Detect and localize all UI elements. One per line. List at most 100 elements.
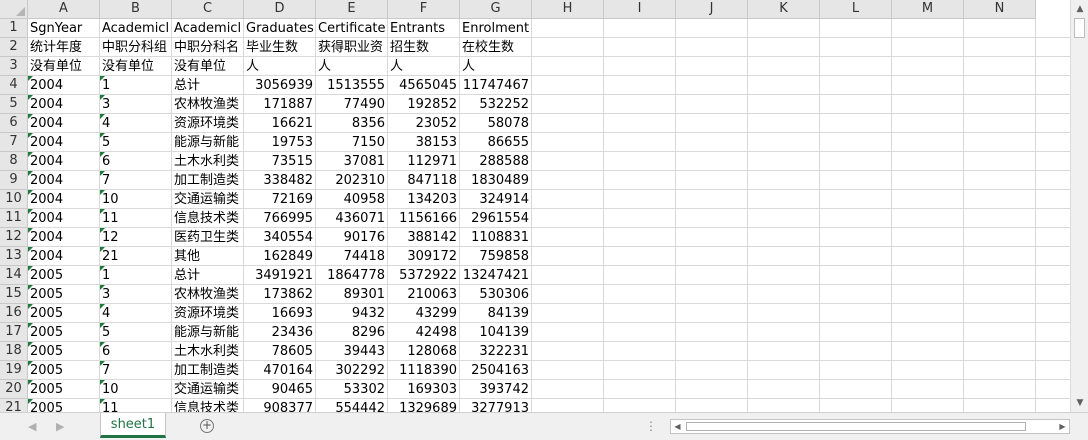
arrow-right-icon[interactable]: ▶ bbox=[56, 420, 64, 433]
cell-g10[interactable]: 324914 bbox=[460, 190, 531, 209]
cell-c10[interactable]: 交通运输类 bbox=[172, 190, 243, 209]
cell-a7[interactable]: 2004 bbox=[28, 133, 99, 152]
cell-b20[interactable]: 10 bbox=[100, 380, 171, 399]
cell-b10[interactable]: 10 bbox=[100, 190, 171, 209]
cell-c6[interactable]: 资源环境类 bbox=[172, 114, 243, 133]
cell-a16[interactable]: 2005 bbox=[28, 304, 99, 323]
cell-e7[interactable]: 7150 bbox=[316, 133, 387, 152]
cell-c11[interactable]: 信息技术类 bbox=[172, 209, 243, 228]
cell-d13[interactable]: 162849 bbox=[244, 247, 315, 266]
cell-b19[interactable]: 7 bbox=[100, 361, 171, 380]
cell-a20[interactable]: 2005 bbox=[28, 380, 99, 399]
cell-d7[interactable]: 19753 bbox=[244, 133, 315, 152]
horizontal-scrollbar[interactable]: ◀ ▶ bbox=[670, 419, 1070, 434]
cell-e19[interactable]: 302292 bbox=[316, 361, 387, 380]
cell-a2[interactable]: 统计年度 bbox=[28, 38, 99, 57]
cell-g6[interactable]: 58078 bbox=[460, 114, 531, 133]
cell-d14[interactable]: 3491921 bbox=[244, 266, 315, 285]
cell-b6[interactable]: 4 bbox=[100, 114, 171, 133]
cell-b1[interactable]: Academicl bbox=[100, 19, 171, 38]
cell-e17[interactable]: 8296 bbox=[316, 323, 387, 342]
cell-e21[interactable]: 554442 bbox=[316, 399, 387, 412]
cell-f3[interactable]: 人 bbox=[388, 57, 459, 76]
cell-d11[interactable]: 766995 bbox=[244, 209, 315, 228]
vertical-scroll-thumb[interactable] bbox=[1074, 18, 1085, 38]
cell-a4[interactable]: 2004 bbox=[28, 76, 99, 95]
cell-d9[interactable]: 338482 bbox=[244, 171, 315, 190]
cell-c1[interactable]: Academicl bbox=[172, 19, 243, 38]
cell-d5[interactable]: 171887 bbox=[244, 95, 315, 114]
cell-b9[interactable]: 7 bbox=[100, 171, 171, 190]
cell-b14[interactable]: 1 bbox=[100, 266, 171, 285]
row-header-12[interactable]: 12 bbox=[0, 228, 28, 247]
cell-f2[interactable]: 招生数 bbox=[388, 38, 459, 57]
cell-g15[interactable]: 530306 bbox=[460, 285, 531, 304]
cell-a14[interactable]: 2005 bbox=[28, 266, 99, 285]
cell-c7[interactable]: 能源与新能 bbox=[172, 133, 243, 152]
cell-e6[interactable]: 8356 bbox=[316, 114, 387, 133]
cell-c15[interactable]: 农林牧渔类 bbox=[172, 285, 243, 304]
cell-c18[interactable]: 土木水利类 bbox=[172, 342, 243, 361]
cell-d2[interactable]: 毕业生数 bbox=[244, 38, 315, 57]
cell-b13[interactable]: 21 bbox=[100, 247, 171, 266]
cell-f16[interactable]: 43299 bbox=[388, 304, 459, 323]
cell-f12[interactable]: 388142 bbox=[388, 228, 459, 247]
cell-g21[interactable]: 3277913 bbox=[460, 399, 531, 412]
cell-g3[interactable]: 人 bbox=[460, 57, 531, 76]
arrow-left-icon[interactable]: ◀ bbox=[28, 420, 36, 433]
row-header-11[interactable]: 11 bbox=[0, 209, 28, 228]
horizontal-scroll-thumb[interactable] bbox=[686, 422, 1026, 431]
cell-f10[interactable]: 134203 bbox=[388, 190, 459, 209]
cell-g9[interactable]: 1830489 bbox=[460, 171, 531, 190]
row-header-18[interactable]: 18 bbox=[0, 342, 28, 361]
column-header-m[interactable]: M bbox=[892, 0, 964, 19]
cell-f6[interactable]: 23052 bbox=[388, 114, 459, 133]
cell-g7[interactable]: 86655 bbox=[460, 133, 531, 152]
cell-a11[interactable]: 2004 bbox=[28, 209, 99, 228]
cell-g14[interactable]: 13247421 bbox=[460, 266, 531, 285]
cell-c12[interactable]: 医药卫生类 bbox=[172, 228, 243, 247]
cell-d15[interactable]: 173862 bbox=[244, 285, 315, 304]
cell-d6[interactable]: 16621 bbox=[244, 114, 315, 133]
cell-d17[interactable]: 23436 bbox=[244, 323, 315, 342]
cell-b18[interactable]: 6 bbox=[100, 342, 171, 361]
column-header-c[interactable]: C bbox=[172, 0, 244, 19]
cell-g1[interactable]: Enrolment bbox=[460, 19, 531, 38]
row-header-1[interactable]: 1 bbox=[0, 19, 28, 38]
cell-d8[interactable]: 73515 bbox=[244, 152, 315, 171]
cell-a13[interactable]: 2004 bbox=[28, 247, 99, 266]
cell-c17[interactable]: 能源与新能 bbox=[172, 323, 243, 342]
cell-a8[interactable]: 2004 bbox=[28, 152, 99, 171]
cell-d20[interactable]: 90465 bbox=[244, 380, 315, 399]
cell-f11[interactable]: 1156166 bbox=[388, 209, 459, 228]
cell-a17[interactable]: 2005 bbox=[28, 323, 99, 342]
cell-c13[interactable]: 其他 bbox=[172, 247, 243, 266]
scroll-up-icon[interactable]: ▲ bbox=[1073, 2, 1087, 16]
cell-c3[interactable]: 没有单位 bbox=[172, 57, 243, 76]
cell-f13[interactable]: 309172 bbox=[388, 247, 459, 266]
cell-e4[interactable]: 1513555 bbox=[316, 76, 387, 95]
cell-b2[interactable]: 中职分科组 bbox=[100, 38, 171, 57]
cell-b5[interactable]: 3 bbox=[100, 95, 171, 114]
column-header-d[interactable]: D bbox=[244, 0, 316, 19]
column-header-k[interactable]: K bbox=[748, 0, 820, 19]
row-header-7[interactable]: 7 bbox=[0, 133, 28, 152]
cell-c19[interactable]: 加工制造类 bbox=[172, 361, 243, 380]
cell-b21[interactable]: 11 bbox=[100, 399, 171, 412]
scroll-down-icon[interactable]: ▼ bbox=[1073, 396, 1087, 410]
cell-e16[interactable]: 9432 bbox=[316, 304, 387, 323]
column-header-b[interactable]: B bbox=[100, 0, 172, 19]
cell-g2[interactable]: 在校生数 bbox=[460, 38, 531, 57]
cell-g11[interactable]: 2961554 bbox=[460, 209, 531, 228]
cell-e1[interactable]: Certificate bbox=[316, 19, 387, 38]
cell-d18[interactable]: 78605 bbox=[244, 342, 315, 361]
row-header-3[interactable]: 3 bbox=[0, 57, 28, 76]
plus-circle-icon[interactable]: + bbox=[200, 419, 214, 433]
cell-d1[interactable]: Graduates bbox=[244, 19, 315, 38]
scroll-left-icon[interactable]: ◀ bbox=[671, 420, 684, 433]
cell-g19[interactable]: 2504163 bbox=[460, 361, 531, 380]
cell-f7[interactable]: 38153 bbox=[388, 133, 459, 152]
cell-f21[interactable]: 1329689 bbox=[388, 399, 459, 412]
cell-b16[interactable]: 4 bbox=[100, 304, 171, 323]
cell-g13[interactable]: 759858 bbox=[460, 247, 531, 266]
